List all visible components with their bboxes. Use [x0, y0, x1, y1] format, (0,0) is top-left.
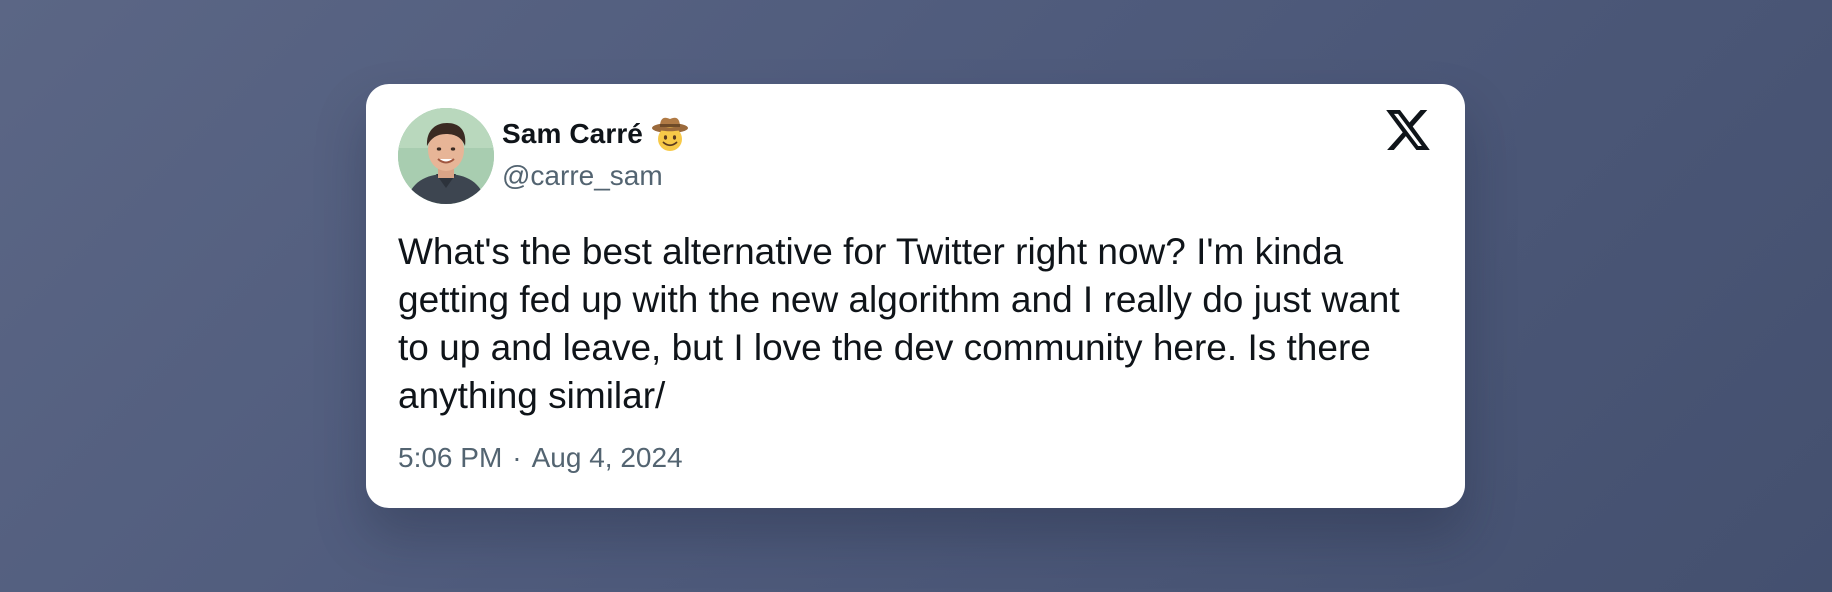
author-name-row: Sam Carré — [502, 114, 689, 154]
tweet-text: What's the best alternative for Twitter … — [398, 231, 1400, 416]
tweet-card[interactable]: Sam Carré @carre_sam What's the best alt… — [366, 84, 1465, 508]
avatar-photo-icon — [398, 108, 494, 204]
x-logo-icon[interactable] — [1386, 110, 1430, 150]
tweet-date: Aug 4, 2024 — [531, 442, 683, 473]
avatar[interactable] — [398, 108, 494, 204]
author-display-name[interactable]: Sam Carré — [502, 118, 643, 150]
timestamp-separator: · — [512, 442, 522, 473]
tweet-time: 5:06 PM — [398, 442, 503, 473]
author-handle[interactable]: @carre_sam — [502, 160, 663, 192]
tweet-timestamp[interactable]: 5:06 PM · Aug 4, 2024 — [398, 442, 683, 474]
cowboy-hat-face-icon — [651, 115, 689, 153]
